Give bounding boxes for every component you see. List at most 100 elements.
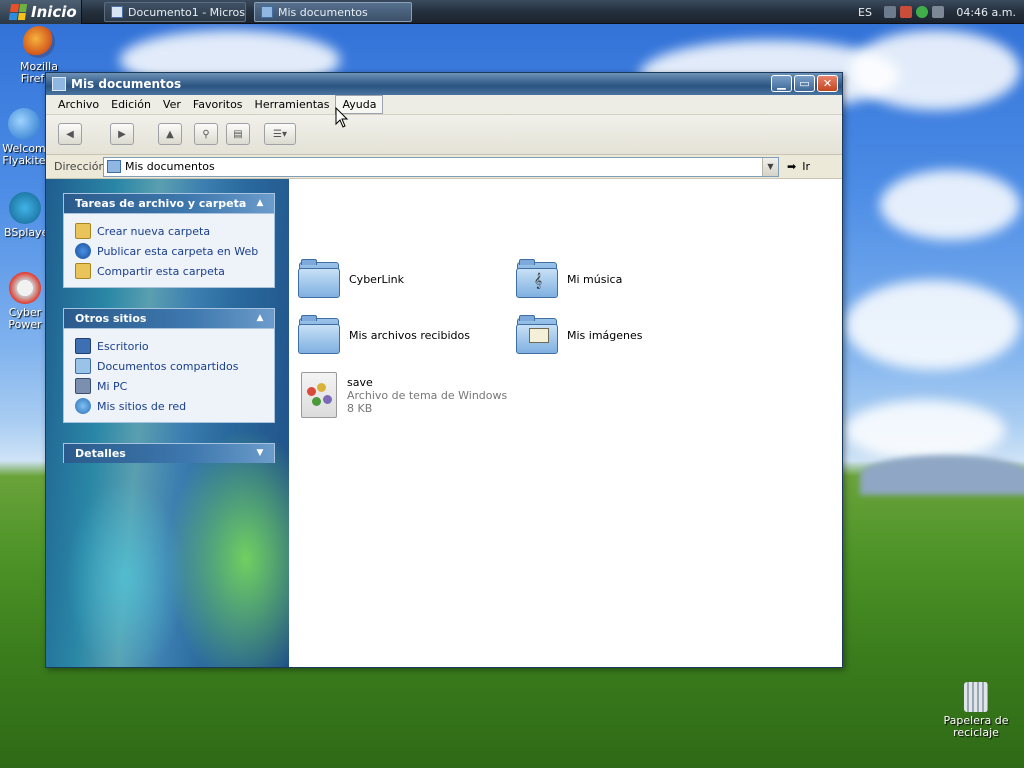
back-arrow-icon: ◀ [66, 128, 74, 140]
address-dropdown-button[interactable]: ▼ [762, 157, 778, 176]
folders-icon: ▤ [233, 128, 243, 140]
link-shared-documents[interactable]: Documentos compartidos [75, 356, 274, 376]
back-button[interactable]: ◀ [58, 123, 82, 145]
file-list: CyberLink 𝄞 Mi música Mis archivos recib… [289, 179, 842, 667]
chevron-up-icon[interactable]: ▲ [254, 312, 266, 324]
shared-folder-icon [75, 358, 91, 374]
link-desktop[interactable]: Escritorio [75, 336, 274, 356]
word-document-icon [111, 6, 123, 18]
views-button[interactable]: ☰▾ [264, 123, 296, 145]
globe-icon [75, 243, 91, 259]
chevron-down-icon[interactable]: ▼ [254, 447, 266, 459]
up-folder-button[interactable]: ▲ [158, 123, 182, 145]
chevron-up-icon[interactable]: ▲ [254, 197, 266, 209]
taskbar-item-label: Documento1 - Micros... [128, 5, 246, 19]
computer-icon [75, 378, 91, 394]
link-label: Documentos compartidos [97, 359, 239, 373]
start-button[interactable]: Inicio [0, 0, 82, 24]
close-button[interactable]: ✕ [817, 75, 838, 92]
details-header[interactable]: Detalles ▼ [63, 443, 275, 463]
network-icon[interactable] [884, 6, 896, 18]
desktop-icon-label: Papelera de reciclaje [943, 714, 1009, 739]
network-places-icon [75, 398, 91, 414]
folder-mis-archivos-recibidos[interactable]: Mis archivos recibidos [297, 311, 470, 359]
menu-archivo[interactable]: Archivo [52, 96, 105, 113]
desktop-icon-cyberlink[interactable]: Cyber Power [4, 272, 46, 331]
link-new-folder[interactable]: Crear nueva carpeta [75, 221, 274, 241]
cloud [850, 30, 1020, 110]
item-name: Mi música [567, 272, 623, 286]
folder-icon [261, 6, 273, 18]
messenger-icon[interactable] [916, 6, 928, 18]
taskbar-item-mis-documentos[interactable]: Mis documentos [254, 2, 412, 22]
item-name: CyberLink [349, 272, 404, 286]
music-folder-icon: 𝄞 [515, 258, 559, 300]
other-places-header[interactable]: Otros sitios ▲ [63, 308, 275, 328]
device-icon[interactable] [932, 6, 944, 18]
menu-edicion[interactable]: Edición [105, 96, 157, 113]
folder-mis-imagenes[interactable]: Mis imágenes [515, 311, 643, 359]
menu-ver[interactable]: Ver [157, 96, 187, 113]
folder-icon [52, 77, 66, 91]
file-tasks-panel: Tareas de archivo y carpeta ▲ Crear nuev… [63, 193, 275, 288]
cloud [880, 170, 1020, 240]
folders-button[interactable]: ▤ [226, 123, 250, 145]
panel-title: Detalles [75, 447, 126, 460]
desktop-icon-recycle-bin[interactable]: Papelera de reciclaje [940, 682, 1012, 739]
maximize-button[interactable]: ▭ [794, 75, 815, 92]
recycle-bin-icon [964, 682, 988, 712]
language-indicator[interactable]: ES [858, 6, 880, 19]
link-label: Mis sitios de red [97, 399, 187, 413]
file-save[interactable]: save Archivo de tema de Windows 8 KB [301, 365, 507, 425]
explorer-window: Mis documentos ▁ ▭ ✕ Archivo Edición Ver… [45, 72, 843, 668]
toolbar: ◀ ▶ ▲ ⚲ ▤ ☰▾ [46, 115, 842, 155]
desktop-icon-welcome[interactable]: Welcom Flyakite [2, 108, 46, 167]
forward-button[interactable]: ▶ [110, 123, 134, 145]
window-titlebar[interactable]: Mis documentos ▁ ▭ ✕ [46, 73, 842, 95]
menu-favoritos[interactable]: Favoritos [187, 96, 249, 113]
taskbar-item-word[interactable]: Documento1 - Micros... [104, 2, 246, 22]
folder-icon [107, 160, 121, 173]
forward-arrow-icon: ▶ [118, 128, 126, 140]
minimize-button[interactable]: ▁ [771, 75, 792, 92]
distant-hill [860, 455, 1024, 495]
go-button[interactable]: ➡ Ir [787, 160, 810, 173]
link-publish-web[interactable]: Publicar esta carpeta en Web [75, 241, 274, 261]
theme-file-icon [301, 372, 337, 418]
link-share-folder[interactable]: Compartir esta carpeta [75, 261, 274, 281]
search-button[interactable]: ⚲ [194, 123, 218, 145]
share-folder-icon [75, 263, 91, 279]
disc-icon [9, 272, 41, 304]
menu-herramientas[interactable]: Herramientas [249, 96, 336, 113]
address-bar: Dirección Mis documentos ▼ ➡ Ir [46, 155, 842, 179]
folder-cyberlink[interactable]: CyberLink [297, 255, 404, 303]
desktop-icon-bsplayer[interactable]: BSplayer [4, 192, 46, 239]
views-icon: ☰▾ [273, 128, 287, 140]
item-size: 8 KB [347, 401, 373, 415]
up-arrow-icon: ▲ [166, 128, 174, 140]
link-label: Publicar esta carpeta en Web [97, 244, 259, 258]
taskbar: Inicio Documento1 - Micros... Mis docume… [0, 0, 1024, 24]
new-folder-icon [75, 223, 91, 239]
desktop-icon [75, 338, 91, 354]
go-label: Ir [802, 160, 810, 173]
folder-mi-musica[interactable]: 𝄞 Mi música [515, 255, 622, 303]
link-label: Escritorio [97, 339, 149, 353]
link-network-places[interactable]: Mis sitios de red [75, 396, 274, 416]
desktop-icon-label: Cyber Power [8, 306, 42, 331]
cloud [845, 400, 1005, 460]
address-field[interactable]: Mis documentos ▼ [103, 156, 779, 177]
system-tray: ES 04:46 a.m. [854, 0, 1024, 24]
desktop-icon-label: BSplayer [4, 226, 46, 239]
details-panel: Detalles ▼ [63, 443, 275, 463]
address-label: Dirección [54, 160, 106, 173]
network-error-icon[interactable] [900, 6, 912, 18]
link-label: Compartir esta carpeta [97, 264, 225, 278]
firefox-icon [23, 26, 55, 58]
window-title: Mis documentos [71, 77, 182, 91]
bsplayer-icon [9, 192, 41, 224]
internet-explorer-icon [8, 108, 40, 140]
file-tasks-header[interactable]: Tareas de archivo y carpeta ▲ [63, 193, 275, 213]
link-my-pc[interactable]: Mi PC [75, 376, 274, 396]
clock[interactable]: 04:46 a.m. [956, 6, 1016, 19]
